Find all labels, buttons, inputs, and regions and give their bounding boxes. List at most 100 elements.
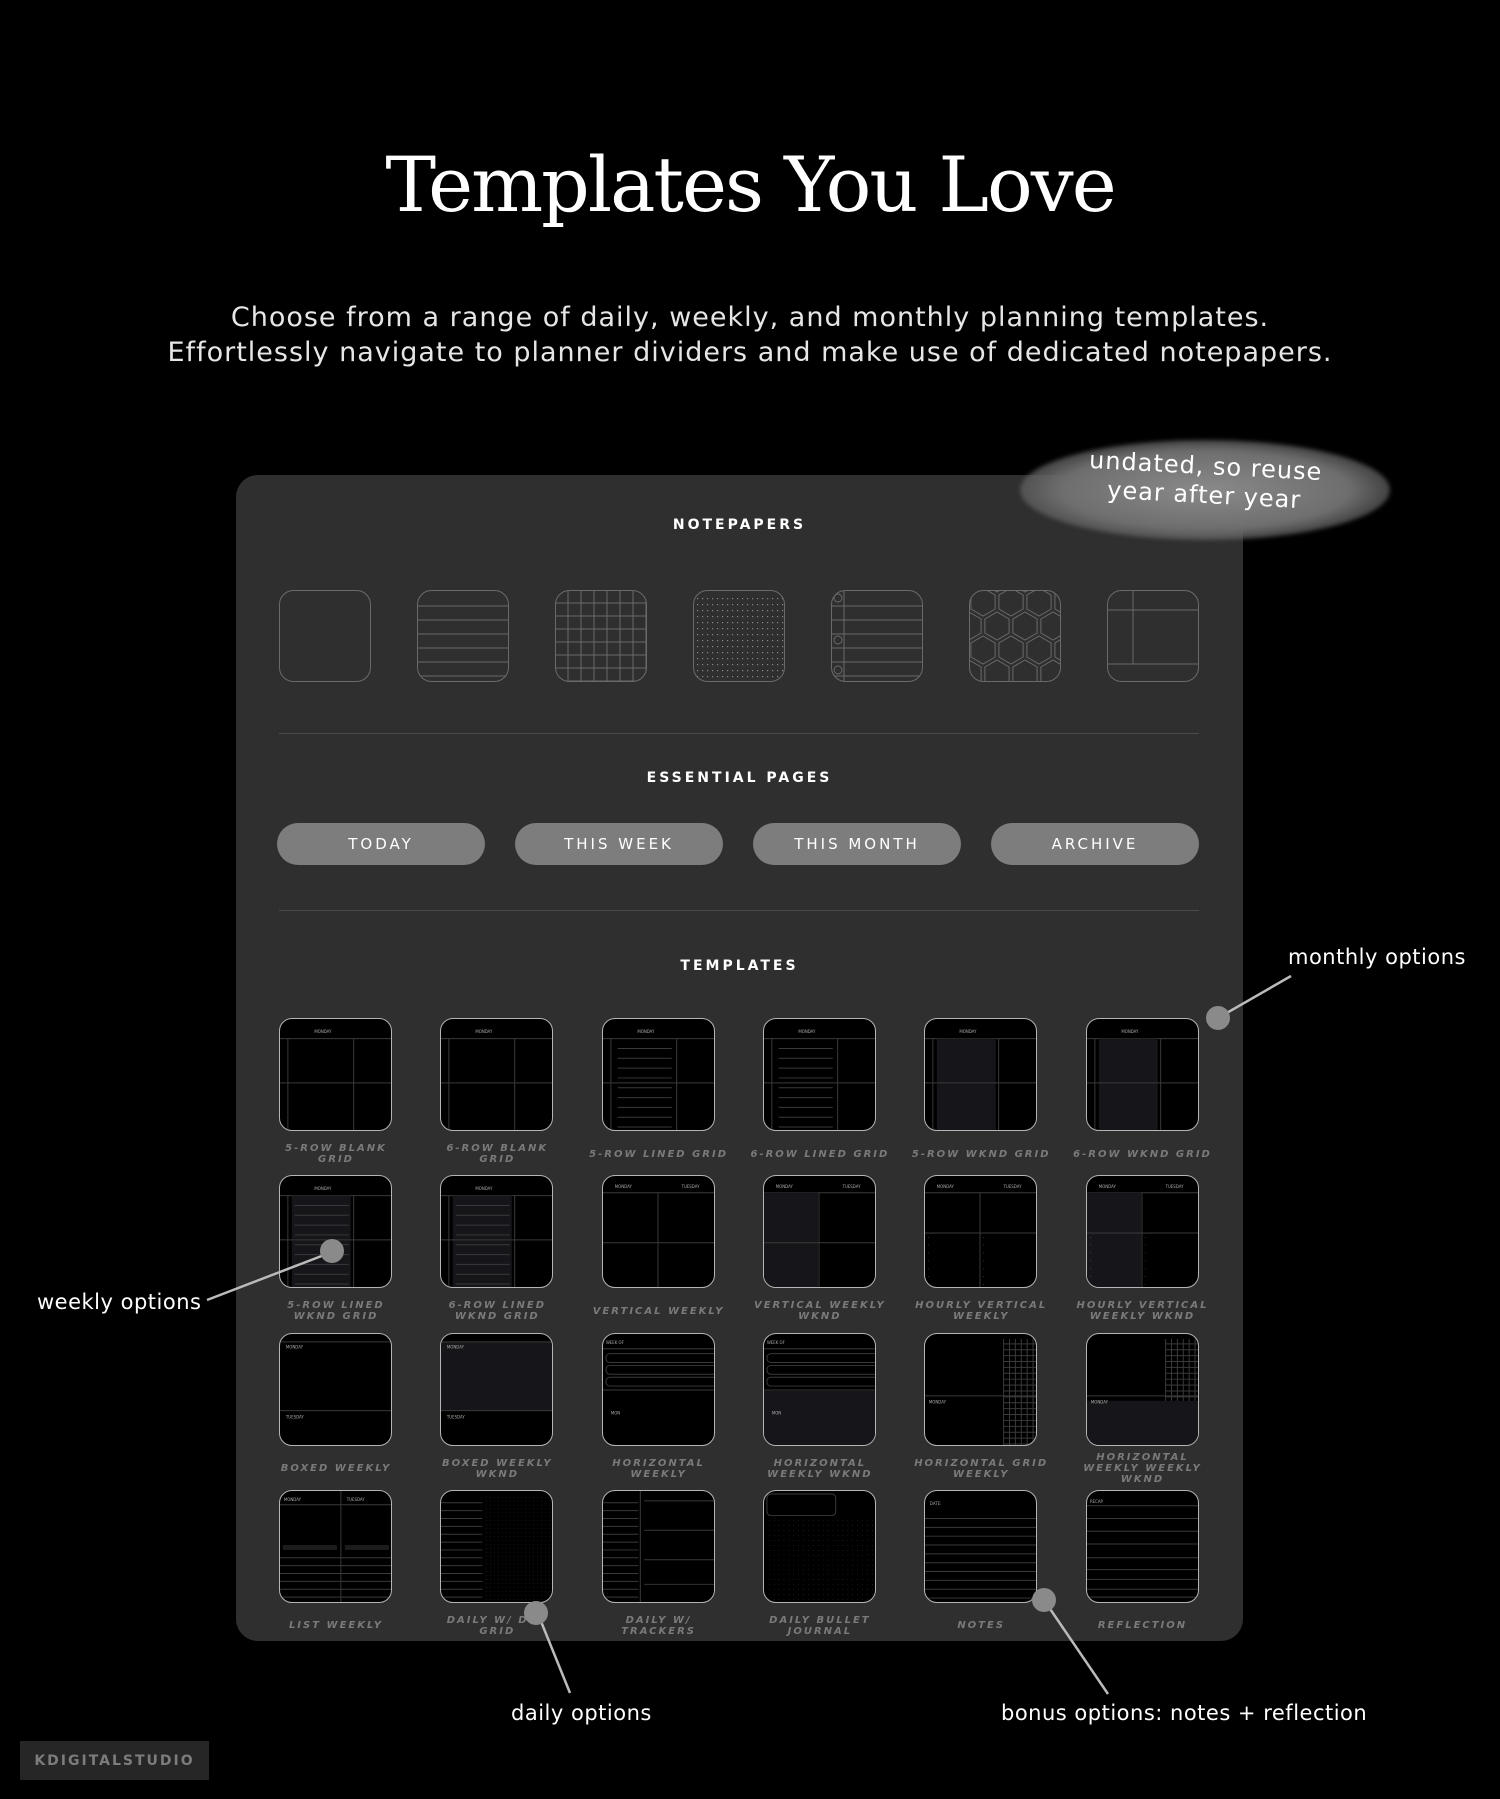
template-item[interactable]: MONDAY TUESDAY BOXED WEEKLY WKND (427, 1332, 567, 1486)
template-thumbnail-vertical-weekly-wknd[interactable]: MONDAY TUESDAY (762, 1175, 876, 1289)
template-thumbnail-horizontal-grid-weekly[interactable]: MONDAY (924, 1332, 1038, 1446)
template-thumbnail-horizontal-weekly-wknd[interactable]: WEEK OF MON (762, 1332, 876, 1446)
template-thumbnail-6-row-lined-grid[interactable]: MONDAY (762, 1018, 876, 1131)
template-item[interactable]: MONDAY 6-ROW WKND GRID (1073, 1018, 1213, 1171)
this-month-button[interactable]: THIS MONTH (753, 823, 961, 865)
svg-text:MON: MON (610, 1410, 619, 1415)
svg-text:MONDAY: MONDAY (960, 1029, 978, 1034)
template-item[interactable]: MONDAY TUESDAY VERTICAL WEEKLY (589, 1175, 729, 1328)
template-item[interactable]: DAILY BULLET JOURNAL (750, 1489, 890, 1643)
template-thumbnail-hourly-vertical-weekly-wknd[interactable]: MONDAY TUESDAY · · · · · · · · · · · · · · (1085, 1175, 1199, 1289)
template-thumbnail-5-row-wknd-grid[interactable]: MONDAY (924, 1018, 1038, 1131)
template-thumbnail-hourly-vertical-weekly[interactable]: MONDAY TUESDAY · · · · · · · · · · · · · · (924, 1175, 1038, 1289)
this-week-button[interactable]: THIS WEEK (515, 823, 723, 865)
template-thumbnail-horizontal-weekly-weekly-wknd[interactable]: MONDAY (1085, 1332, 1199, 1446)
notebook-paper-icon[interactable] (831, 590, 923, 682)
svg-text:TUESDAY: TUESDAY (446, 1414, 465, 1419)
template-thumbnail-boxed-weekly-wknd[interactable]: MONDAY TUESDAY (440, 1332, 554, 1446)
template-label: 6-ROW LINED WKND GRID (448, 1300, 546, 1323)
monthly-options-annotation: monthly options (1288, 945, 1466, 969)
hexagon-paper-icon[interactable] (969, 590, 1061, 682)
template-item[interactable]: MONDAY 5-ROW WKND GRID (911, 1018, 1051, 1171)
template-label: REFLECTION (1097, 1620, 1188, 1632)
svg-text:·: · (1089, 1267, 1090, 1272)
template-item[interactable]: MONDAY HORIZONTAL GRID WEEKLY (911, 1332, 1051, 1486)
template-label: DAILY BULLET JOURNAL (769, 1614, 871, 1637)
template-item[interactable]: MONDAY 5-ROW LINED GRID (589, 1018, 729, 1171)
template-item[interactable]: MONDAY 5-ROW BLANK GRID (266, 1018, 406, 1171)
template-item[interactable]: RECAP REFLECTION (1073, 1489, 1213, 1643)
template-item[interactable]: MONDAY TUESDAY VERTICAL WEEKLY WKND (750, 1175, 890, 1328)
template-item[interactable]: MONDAY 6-ROW LINED GRID (750, 1018, 890, 1171)
template-thumbnail-5-row-blank-grid[interactable]: MONDAY (279, 1018, 392, 1131)
template-thumbnail-boxed-weekly[interactable]: MONDAY TUESDAY (279, 1332, 392, 1446)
template-item[interactable]: DATE: NOTES (911, 1489, 1051, 1643)
template-item[interactable]: MONDAY TUESDAY LIST WEEKLY (266, 1489, 406, 1643)
monthly-marker-dot (1206, 1006, 1230, 1030)
today-button[interactable]: TODAY (277, 823, 485, 865)
archive-button[interactable]: ARCHIVE (991, 823, 1199, 865)
template-label: 5-ROW LINED WKND GRID (287, 1300, 385, 1323)
template-thumbnail-5-row-lined-grid[interactable]: MONDAY (601, 1018, 715, 1131)
svg-text:·: · (928, 1251, 929, 1256)
svg-text:·: · (1089, 1243, 1090, 1248)
grid-paper-icon[interactable] (555, 590, 647, 682)
daily-marker-dot (524, 1601, 548, 1625)
template-thumbnail-vertical-weekly[interactable]: MONDAY TUESDAY (601, 1175, 715, 1289)
template-item[interactable]: WEEK OF MON HORIZONTAL WEEKLY (589, 1332, 729, 1486)
template-thumbnail-daily-w-trackers[interactable] (601, 1489, 715, 1603)
svg-text:MONDAY: MONDAY (476, 1186, 494, 1191)
template-item[interactable]: DAILY W/ TRACKERS (589, 1489, 729, 1643)
template-label: 6-ROW WKND GRID (1073, 1148, 1212, 1160)
template-thumbnail-reflection[interactable]: RECAP (1085, 1489, 1199, 1603)
svg-text:MONDAY: MONDAY (1090, 1399, 1108, 1404)
template-item[interactable]: MONDAY 6-ROW LINED WKND GRID (427, 1175, 567, 1328)
template-label: LIST WEEKLY (288, 1620, 384, 1632)
template-item[interactable]: WEEK OF MON HORIZONTAL WEEKLY WKND (750, 1332, 890, 1486)
cornell-paper-icon[interactable] (1107, 590, 1199, 682)
template-thumbnail-5-row-lined-wknd-grid[interactable]: MONDAY (279, 1175, 392, 1289)
page-subtitle: Choose from a range of daily, weekly, an… (0, 300, 1500, 370)
template-item[interactable]: MONDAY 6-ROW BLANK GRID (427, 1018, 567, 1171)
template-thumbnail-horizontal-weekly[interactable]: WEEK OF MON (601, 1332, 715, 1446)
svg-text:·: · (983, 1274, 984, 1279)
dot-grid-paper-icon[interactable] (693, 590, 785, 682)
template-label: 5-ROW LINED GRID (589, 1148, 728, 1160)
template-item[interactable]: MONDAY TUESDAY · · · · · · · · · · · · · · HOURLY VERTIC… (911, 1175, 1051, 1328)
template-item[interactable]: MONDAY TUESDAY · · · · · · · · · · · · · · HOURLY VERTIC… (1073, 1175, 1213, 1328)
svg-text:TUESDAY: TUESDAY (1164, 1184, 1183, 1189)
template-thumbnail-6-row-blank-grid[interactable]: MONDAY (440, 1018, 554, 1131)
template-thumbnail-daily-bullet-journal[interactable] (762, 1489, 876, 1603)
section-divider (279, 733, 1199, 734)
svg-text:·: · (1089, 1251, 1090, 1256)
brand-logo: KDIGITALSTUDIO (20, 1741, 209, 1780)
template-item[interactable]: DAILY W/ DOT GRID (427, 1489, 567, 1643)
template-thumbnail-list-weekly[interactable]: MONDAY TUESDAY (279, 1489, 392, 1603)
essential-pages-heading: ESSENTIAL PAGES (646, 770, 833, 786)
lined-paper-icon[interactable] (417, 590, 509, 682)
subtitle-line-1: Choose from a range of daily, weekly, an… (230, 302, 1270, 333)
template-label: DAILY W/ TRACKERS (621, 1614, 696, 1637)
daily-options-annotation: daily options (511, 1701, 652, 1725)
svg-text:·: · (983, 1259, 984, 1264)
template-thumbnail-notes[interactable]: DATE: (924, 1489, 1038, 1603)
bonus-options-annotation: bonus options: notes + reflection (1001, 1701, 1368, 1725)
template-label: VERTICAL WEEKLY WKND (753, 1300, 886, 1323)
template-item[interactable]: MONDAY HORIZONTAL WEEKLY WEEKLY WKND (1073, 1332, 1213, 1486)
svg-text:·: · (1089, 1274, 1090, 1279)
template-label: 6-ROW LINED GRID (750, 1148, 890, 1160)
svg-text:·: · (1089, 1259, 1090, 1264)
template-label: BOXED WEEKLY (280, 1463, 392, 1475)
svg-text:·: · (1089, 1282, 1090, 1287)
svg-text:·: · (983, 1251, 984, 1256)
template-thumbnail-6-row-wknd-grid[interactable]: MONDAY (1085, 1018, 1199, 1131)
template-thumbnail-daily-w-dot-grid[interactable] (440, 1489, 554, 1603)
svg-text:·: · (928, 1274, 929, 1279)
blank-paper-icon[interactable] (279, 590, 371, 682)
template-label: NOTES (957, 1620, 1006, 1632)
svg-text:·: · (1144, 1274, 1145, 1279)
template-item[interactable]: MONDAY TUESDAY BOXED WEEKLY (266, 1332, 406, 1486)
svg-text:·: · (1144, 1251, 1145, 1256)
template-label: BOXED WEEKLY WKND (442, 1457, 553, 1480)
template-thumbnail-6-row-lined-wknd-grid[interactable]: MONDAY (440, 1175, 554, 1289)
